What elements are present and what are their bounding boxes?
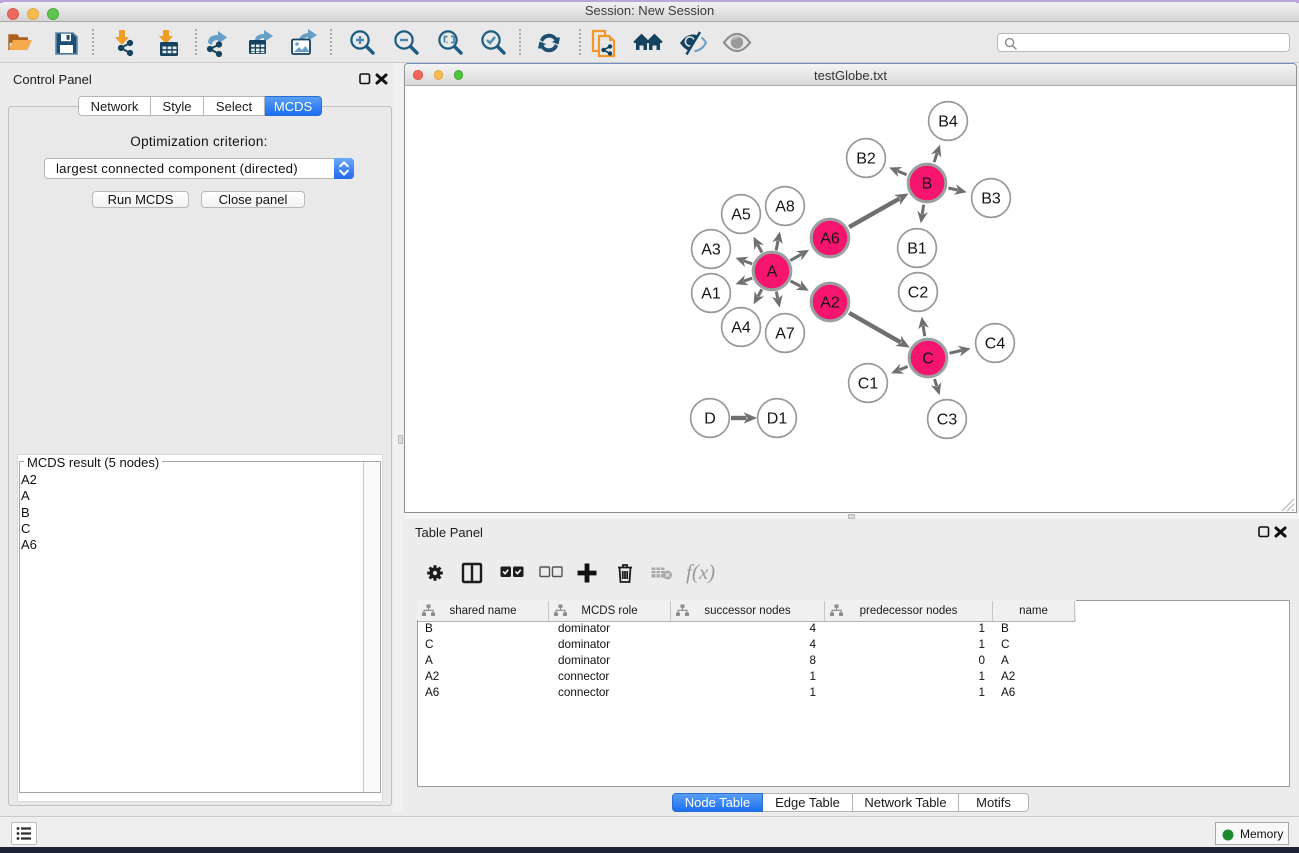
svg-text:A3: A3 (701, 242, 721, 259)
svg-text:D: D (704, 411, 716, 428)
svg-text:B1: B1 (907, 241, 927, 258)
svg-text:A: A (767, 264, 778, 281)
svg-text:A5: A5 (731, 207, 751, 224)
svg-text:A4: A4 (731, 320, 751, 337)
svg-text:D1: D1 (767, 411, 788, 428)
svg-text:A8: A8 (775, 199, 795, 216)
svg-text:A2: A2 (820, 295, 840, 312)
svg-text:C: C (922, 351, 934, 368)
svg-text:C4: C4 (985, 336, 1006, 353)
svg-text:A1: A1 (701, 286, 721, 303)
svg-text:A7: A7 (775, 326, 795, 343)
svg-text:C1: C1 (858, 376, 879, 393)
svg-text:C2: C2 (908, 285, 929, 302)
svg-text:B4: B4 (938, 114, 958, 131)
svg-text:B: B (922, 176, 933, 193)
svg-text:B3: B3 (981, 191, 1001, 208)
svg-text:C3: C3 (937, 412, 958, 429)
svg-text:A6: A6 (820, 231, 840, 248)
svg-text:B2: B2 (856, 151, 876, 168)
